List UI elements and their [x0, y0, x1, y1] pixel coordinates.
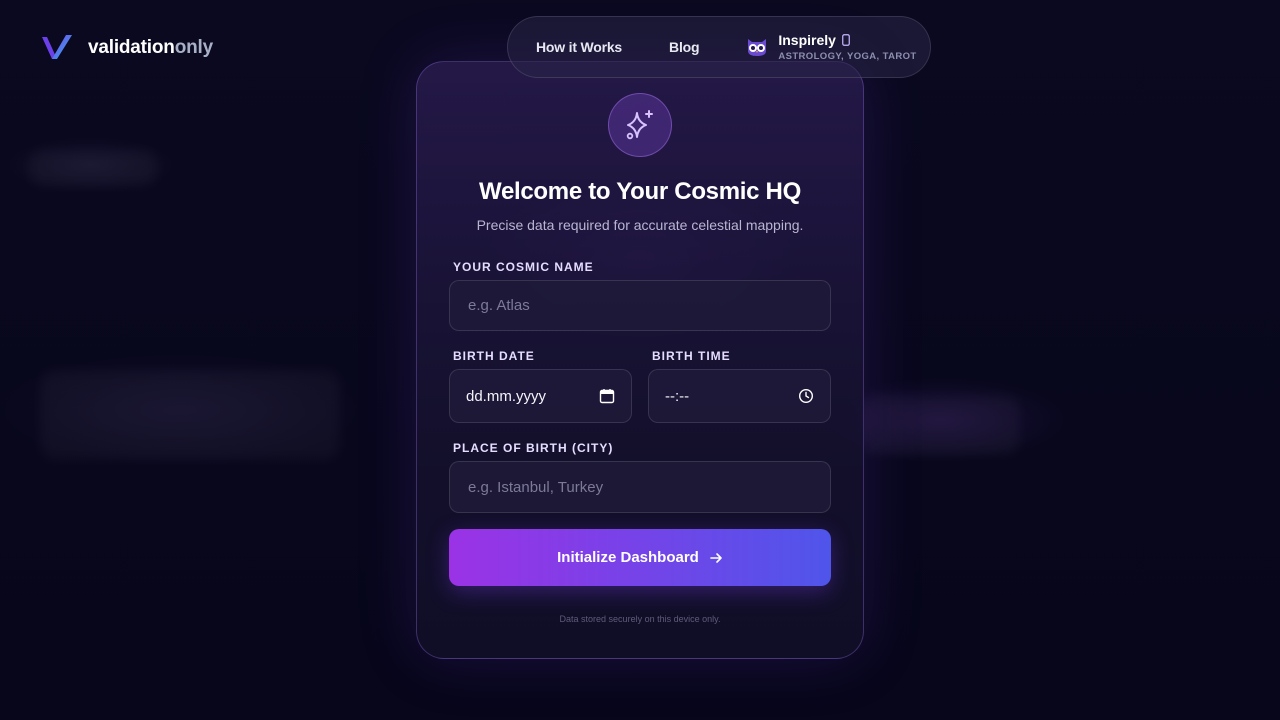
- brand-name-row: Inspirely: [778, 32, 916, 48]
- birth-time-value: --:--: [665, 387, 690, 405]
- page-title: Welcome to Your Cosmic HQ: [479, 178, 801, 205]
- top-nav: How it Works Blog Inspirely ASTROLOGY, Y…: [507, 16, 931, 78]
- blurred-background-block: [28, 150, 158, 186]
- birth-time-label: BIRTH TIME: [652, 349, 731, 363]
- place-field-box: [449, 461, 831, 513]
- logo-text-b: only: [174, 37, 213, 58]
- owl-icon: [748, 39, 767, 56]
- blurred-background-block: [860, 395, 1020, 455]
- nav-how-it-works[interactable]: How it Works: [536, 39, 622, 55]
- brand-name: Inspirely: [778, 32, 836, 48]
- cosmic-name-input[interactable]: [466, 296, 814, 315]
- nav-inspirely-link[interactable]: Inspirely ASTROLOGY, YOGA, TAROT: [746, 32, 916, 62]
- sparkle-badge: [608, 93, 672, 157]
- initialize-dashboard-label: Initialize Dashboard: [557, 549, 699, 566]
- calendar-icon[interactable]: [599, 388, 615, 404]
- name-label: YOUR COSMIC NAME: [453, 260, 594, 274]
- page-subtitle: Precise data required for accurate celes…: [476, 217, 804, 233]
- birth-date-value: dd.mm.yyyy: [466, 387, 547, 405]
- place-of-birth-input[interactable]: [466, 477, 814, 497]
- blurred-background-block: [40, 370, 340, 460]
- site-logo[interactable]: validationonly: [40, 33, 213, 63]
- phone-icon: [842, 34, 850, 46]
- birth-time-input[interactable]: --:--: [648, 369, 831, 423]
- clock-icon[interactable]: [798, 388, 814, 404]
- logo-text: validationonly: [88, 37, 213, 59]
- logo-text-a: validation: [88, 37, 175, 58]
- onboarding-card: Welcome to Your Cosmic HQ Precise data r…: [416, 61, 864, 659]
- name-field-box: [449, 280, 831, 331]
- sparkle-icon: [626, 110, 653, 140]
- place-label: PLACE OF BIRTH (CITY): [453, 441, 614, 455]
- nav-blog[interactable]: Blog: [669, 39, 700, 55]
- birth-date-label: BIRTH DATE: [453, 349, 535, 363]
- initialize-dashboard-button[interactable]: Initialize Dashboard: [449, 529, 831, 586]
- brand-tagline: ASTROLOGY, YOGA, TAROT: [778, 51, 917, 62]
- logo-v-icon: [42, 35, 72, 59]
- footer-note: Data stored securely on this device only…: [559, 614, 721, 624]
- birth-date-input[interactable]: dd.mm.yyyy: [449, 369, 632, 423]
- arrow-right-icon: [710, 552, 722, 563]
